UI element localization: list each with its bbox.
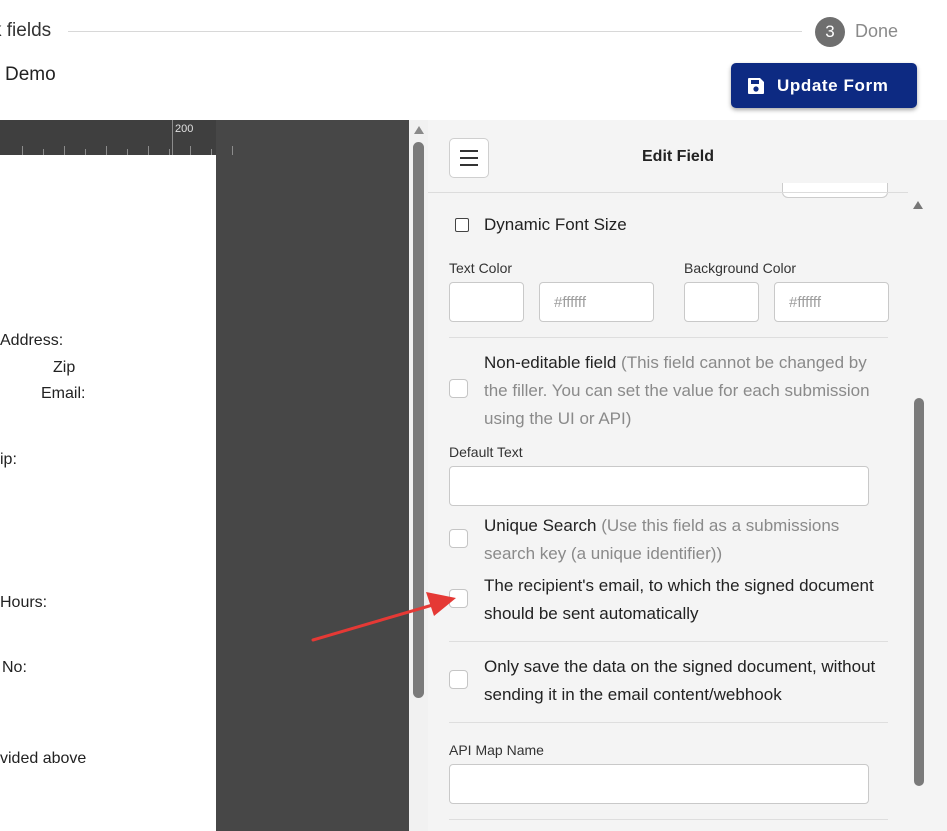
ruler-tick [232,146,233,155]
partially-hidden-input[interactable] [782,183,888,198]
non-editable-text: Non-editable field (This field cannot be… [484,349,889,433]
default-text-label: Default Text [449,444,523,460]
background-color-placeholder: #ffffff [789,294,821,311]
only-save-checkbox[interactable] [449,670,468,689]
doc-label-hours: Hours: [0,594,48,611]
doc-label-zip: Zip [53,359,76,376]
unique-search-label: Unique Search [484,516,597,535]
background-color-swatch[interactable] [684,282,759,322]
api-map-name-label: API Map Name [449,742,544,758]
recipient-email-label: The recipient's email, to which the sign… [484,576,874,623]
divider [449,641,888,642]
scroll-up-icon[interactable] [414,126,424,134]
text-color-swatch[interactable] [449,282,524,322]
ruler-major-tick [172,120,173,155]
non-editable-label: Non-editable field [484,353,617,372]
unique-search-checkbox[interactable] [449,529,468,548]
app-root: k fields 3 Done Demo Update Form 200 Add… [0,0,947,831]
stepper-current-label: k fields [0,20,52,41]
doc-label-zip-partial: ip: [0,451,17,468]
panel-scroll-up-icon[interactable] [913,201,923,209]
update-form-button[interactable]: Update Form [731,63,917,108]
background-color-input[interactable]: #ffffff [774,282,889,322]
doc-label-address: Address: [0,332,64,349]
form-title: Demo [5,64,56,85]
update-form-label: Update Form [777,75,889,95]
ruler-mark: 200 [175,123,194,135]
dynamic-font-size-label: Dynamic Font Size [484,215,627,234]
menu-button[interactable] [449,138,489,178]
ruler-tick [106,146,107,155]
non-editable-checkbox[interactable] [449,379,468,398]
recipient-email-checkbox[interactable] [449,589,468,608]
panel-scrollbar-thumb[interactable] [914,398,924,786]
divider [449,819,888,820]
ruler-tick [64,146,65,155]
doc-label-email: Email: [41,385,86,402]
background-color-label: Background Color [684,260,797,276]
divider [449,722,888,723]
ruler-tick [190,146,191,155]
api-map-name-input[interactable] [449,764,869,804]
doc-label-provided-above: vided above [0,750,87,767]
unique-search-text: Unique Search (Use this field as a submi… [484,512,889,568]
document-page[interactable]: Address: Zip Email: ip: Hours: No: vided… [0,155,216,831]
panel-title: Edit Field [642,148,714,165]
only-save-label: Only save the data on the signed documen… [484,657,876,704]
hamburger-icon [460,150,478,152]
text-color-label: Text Color [449,260,513,276]
divider [449,337,888,338]
default-text-input[interactable] [449,466,869,506]
doc-label-no: No: [2,659,27,676]
text-color-placeholder: #ffffff [554,294,586,311]
editor-scrollbar[interactable] [409,120,428,831]
editor-scrollbar-thumb[interactable] [413,142,424,698]
ruler-tick [148,146,149,155]
stepper-step-number[interactable]: 3 [815,17,845,47]
save-icon [748,77,764,94]
panel-header-divider [428,192,908,193]
stepper-line [68,31,802,32]
text-color-input[interactable]: #ffffff [539,282,654,322]
ruler-tick [22,146,23,155]
dynamic-font-size-checkbox[interactable] [455,218,469,232]
stepper-step-done-label[interactable]: Done [855,21,898,42]
